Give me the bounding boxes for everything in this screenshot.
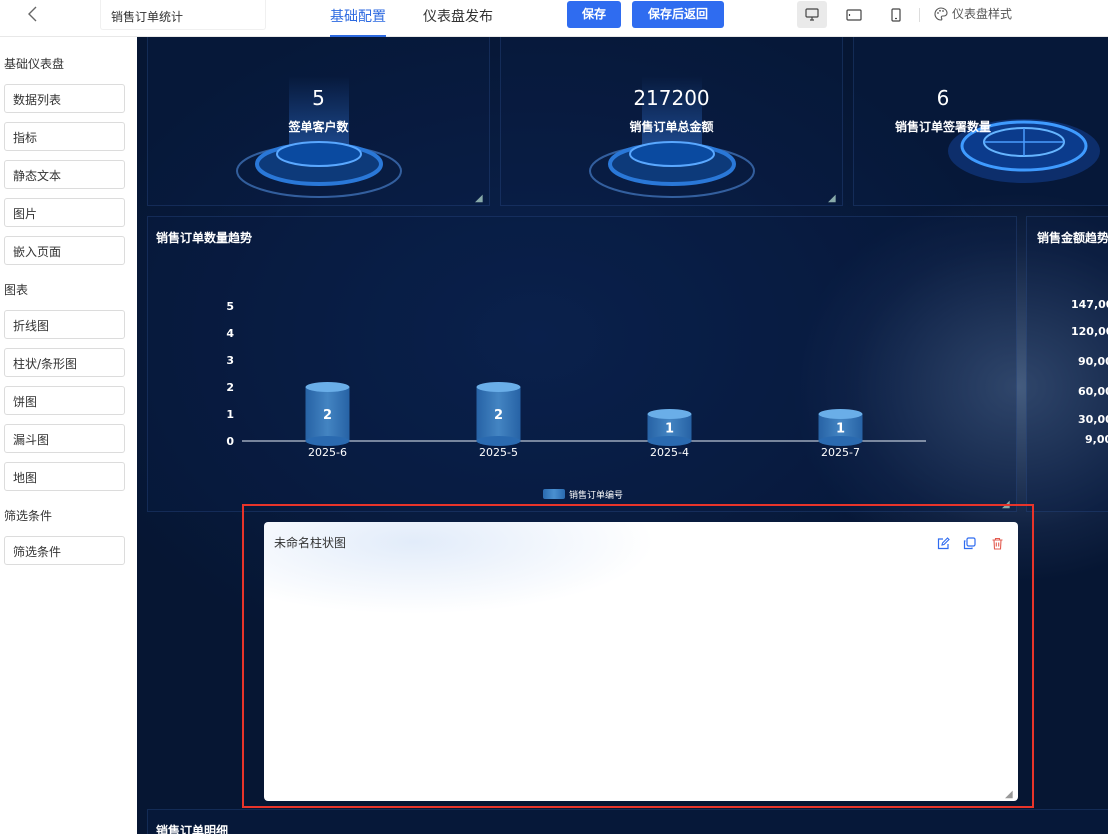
edit-icon[interactable] [937, 535, 951, 550]
chart-panel-amount-trend[interactable]: 销售金额趋势 147,00 120,00 90,00 60,00 30,00 9… [1026, 216, 1108, 512]
sidebar-item-pie-chart[interactable]: 饼图 [4, 386, 125, 415]
x-tick-label: 2025-6 [308, 446, 347, 459]
y-tick-label: 120,00 [1071, 325, 1108, 338]
sidebar-item-funnel-chart[interactable]: 漏斗图 [4, 424, 125, 453]
sidebar-item-image[interactable]: 图片 [4, 198, 125, 227]
y-tick-label: 30,00 [1078, 413, 1108, 426]
data-label: 2 [494, 408, 503, 423]
sidebar-item-bar-chart[interactable]: 柱状/条形图 [4, 348, 125, 377]
component-sidebar: 基础仪表盘 数据列表 指标 静态文本 图片 嵌入页面 图表 折线图 柱状/条形图… [0, 37, 137, 834]
sidebar-item-data-list[interactable]: 数据列表 [4, 84, 125, 113]
bar-chart: 0 1 2 3 4 5 2 2025-6 2 2025-5 1 2025-4 1 2025-7 销售订单编号 [226, 300, 926, 501]
kpi-card-signed-count[interactable]: 6 销售订单签署数量 [853, 37, 1108, 206]
sidebar-heading-basic: 基础仪表盘 [4, 57, 65, 71]
bar-top [476, 382, 521, 392]
kpi-value: 217200 [633, 86, 710, 110]
bar-base [818, 436, 863, 446]
kpi-card-customers[interactable]: 5 签单客户数 ◢ [147, 37, 490, 206]
divider [919, 8, 920, 22]
y-tick-label: 9,00 [1085, 433, 1108, 446]
y-tick-label: 1 [226, 408, 234, 421]
sidebar-item-embed-page[interactable]: 嵌入页面 [4, 236, 125, 265]
sidebar-item-filter[interactable]: 筛选条件 [4, 536, 125, 565]
bar-base [476, 436, 521, 446]
bar-top [818, 409, 863, 419]
legend-swatch [543, 489, 565, 499]
x-tick-label: 2025-4 [650, 446, 689, 459]
top-bar: 销售订单统计 基础配置 仪表盘发布 保存 保存后返回 仪表盘样式 [0, 0, 1108, 37]
dashboard-style-button[interactable]: 仪表盘样式 [934, 5, 1012, 22]
sidebar-heading-charts: 图表 [4, 283, 29, 297]
back-arrow-icon[interactable] [27, 6, 47, 26]
delete-icon[interactable] [991, 535, 1005, 550]
x-tick-label: 2025-5 [479, 446, 518, 459]
dashboard-canvas: 5 签单客户数 ◢ 217200 销售订单总金额 ◢ 6 销售订单签署数量 销售… [137, 37, 1108, 834]
data-label: 1 [665, 422, 674, 437]
tab-basic-config[interactable]: 基础配置 [330, 6, 386, 37]
x-tick-label: 2025-7 [821, 446, 860, 459]
palette-icon [934, 6, 948, 21]
save-and-return-button[interactable]: 保存后返回 [632, 1, 724, 28]
y-tick-label: 4 [226, 327, 234, 340]
tablet-view-icon[interactable] [839, 1, 869, 28]
save-button[interactable]: 保存 [567, 1, 621, 28]
dashboard-name-field[interactable]: 销售订单统计 [100, 0, 266, 30]
sidebar-item-static-text[interactable]: 静态文本 [4, 160, 125, 189]
tab-dashboard-publish[interactable]: 仪表盘发布 [423, 6, 493, 37]
kpi-pedestal-icon [948, 119, 1100, 183]
desktop-view-icon[interactable] [797, 1, 827, 28]
new-bar-chart-widget[interactable]: 未命名柱状图 ◢ [264, 522, 1018, 801]
y-tick-label: 3 [226, 354, 234, 367]
y-tick-label: 2 [226, 381, 234, 394]
kpi-value: 6 [936, 86, 950, 110]
bar-base [647, 436, 692, 446]
copy-icon[interactable] [963, 535, 977, 550]
y-tick-label: 147,00 [1071, 298, 1108, 311]
chart-title: 销售订单明细 [156, 824, 229, 834]
data-label: 2 [323, 408, 332, 423]
kpi-card-total-amount[interactable]: 217200 销售订单总金额 ◢ [500, 37, 843, 206]
sidebar-item-line-chart[interactable]: 折线图 [4, 310, 125, 339]
detail-table-panel[interactable]: 销售订单明细 [147, 809, 1108, 834]
bar-top [305, 382, 350, 392]
kpi-label: 签单客户数 [288, 120, 349, 134]
sidebar-heading-filters: 筛选条件 [4, 509, 53, 523]
mobile-view-icon[interactable] [881, 1, 911, 28]
kpi-label: 销售订单签署数量 [894, 120, 991, 134]
bar-base [305, 436, 350, 446]
resize-handle-icon[interactable]: ◢ [828, 193, 838, 204]
resize-handle-icon[interactable]: ◢ [475, 193, 485, 204]
resize-handle-icon[interactable]: ◢ [1005, 789, 1015, 800]
chart-title: 销售金额趋势 [1037, 231, 1108, 245]
kpi-value: 5 [312, 86, 325, 110]
bar-top [647, 409, 692, 419]
y-tick-label: 90,00 [1078, 355, 1108, 368]
y-tick-label: 60,00 [1078, 385, 1108, 398]
kpi-label: 销售订单总金额 [629, 120, 714, 134]
y-tick-label: 5 [226, 300, 234, 313]
data-label: 1 [836, 422, 845, 437]
y-tick-label: 0 [226, 435, 234, 448]
chart-panel-order-trend[interactable]: 销售订单数量趋势 0 1 2 3 4 5 2 2025-6 2 2025-5 1 2025-4 1 202… [147, 216, 1017, 512]
dashboard-style-label: 仪表盘样式 [952, 7, 1013, 21]
sidebar-item-map[interactable]: 地图 [4, 462, 125, 491]
widget-title: 未命名柱状图 [274, 536, 347, 550]
legend-label: 销售订单编号 [569, 489, 623, 501]
sidebar-item-metric[interactable]: 指标 [4, 122, 125, 151]
